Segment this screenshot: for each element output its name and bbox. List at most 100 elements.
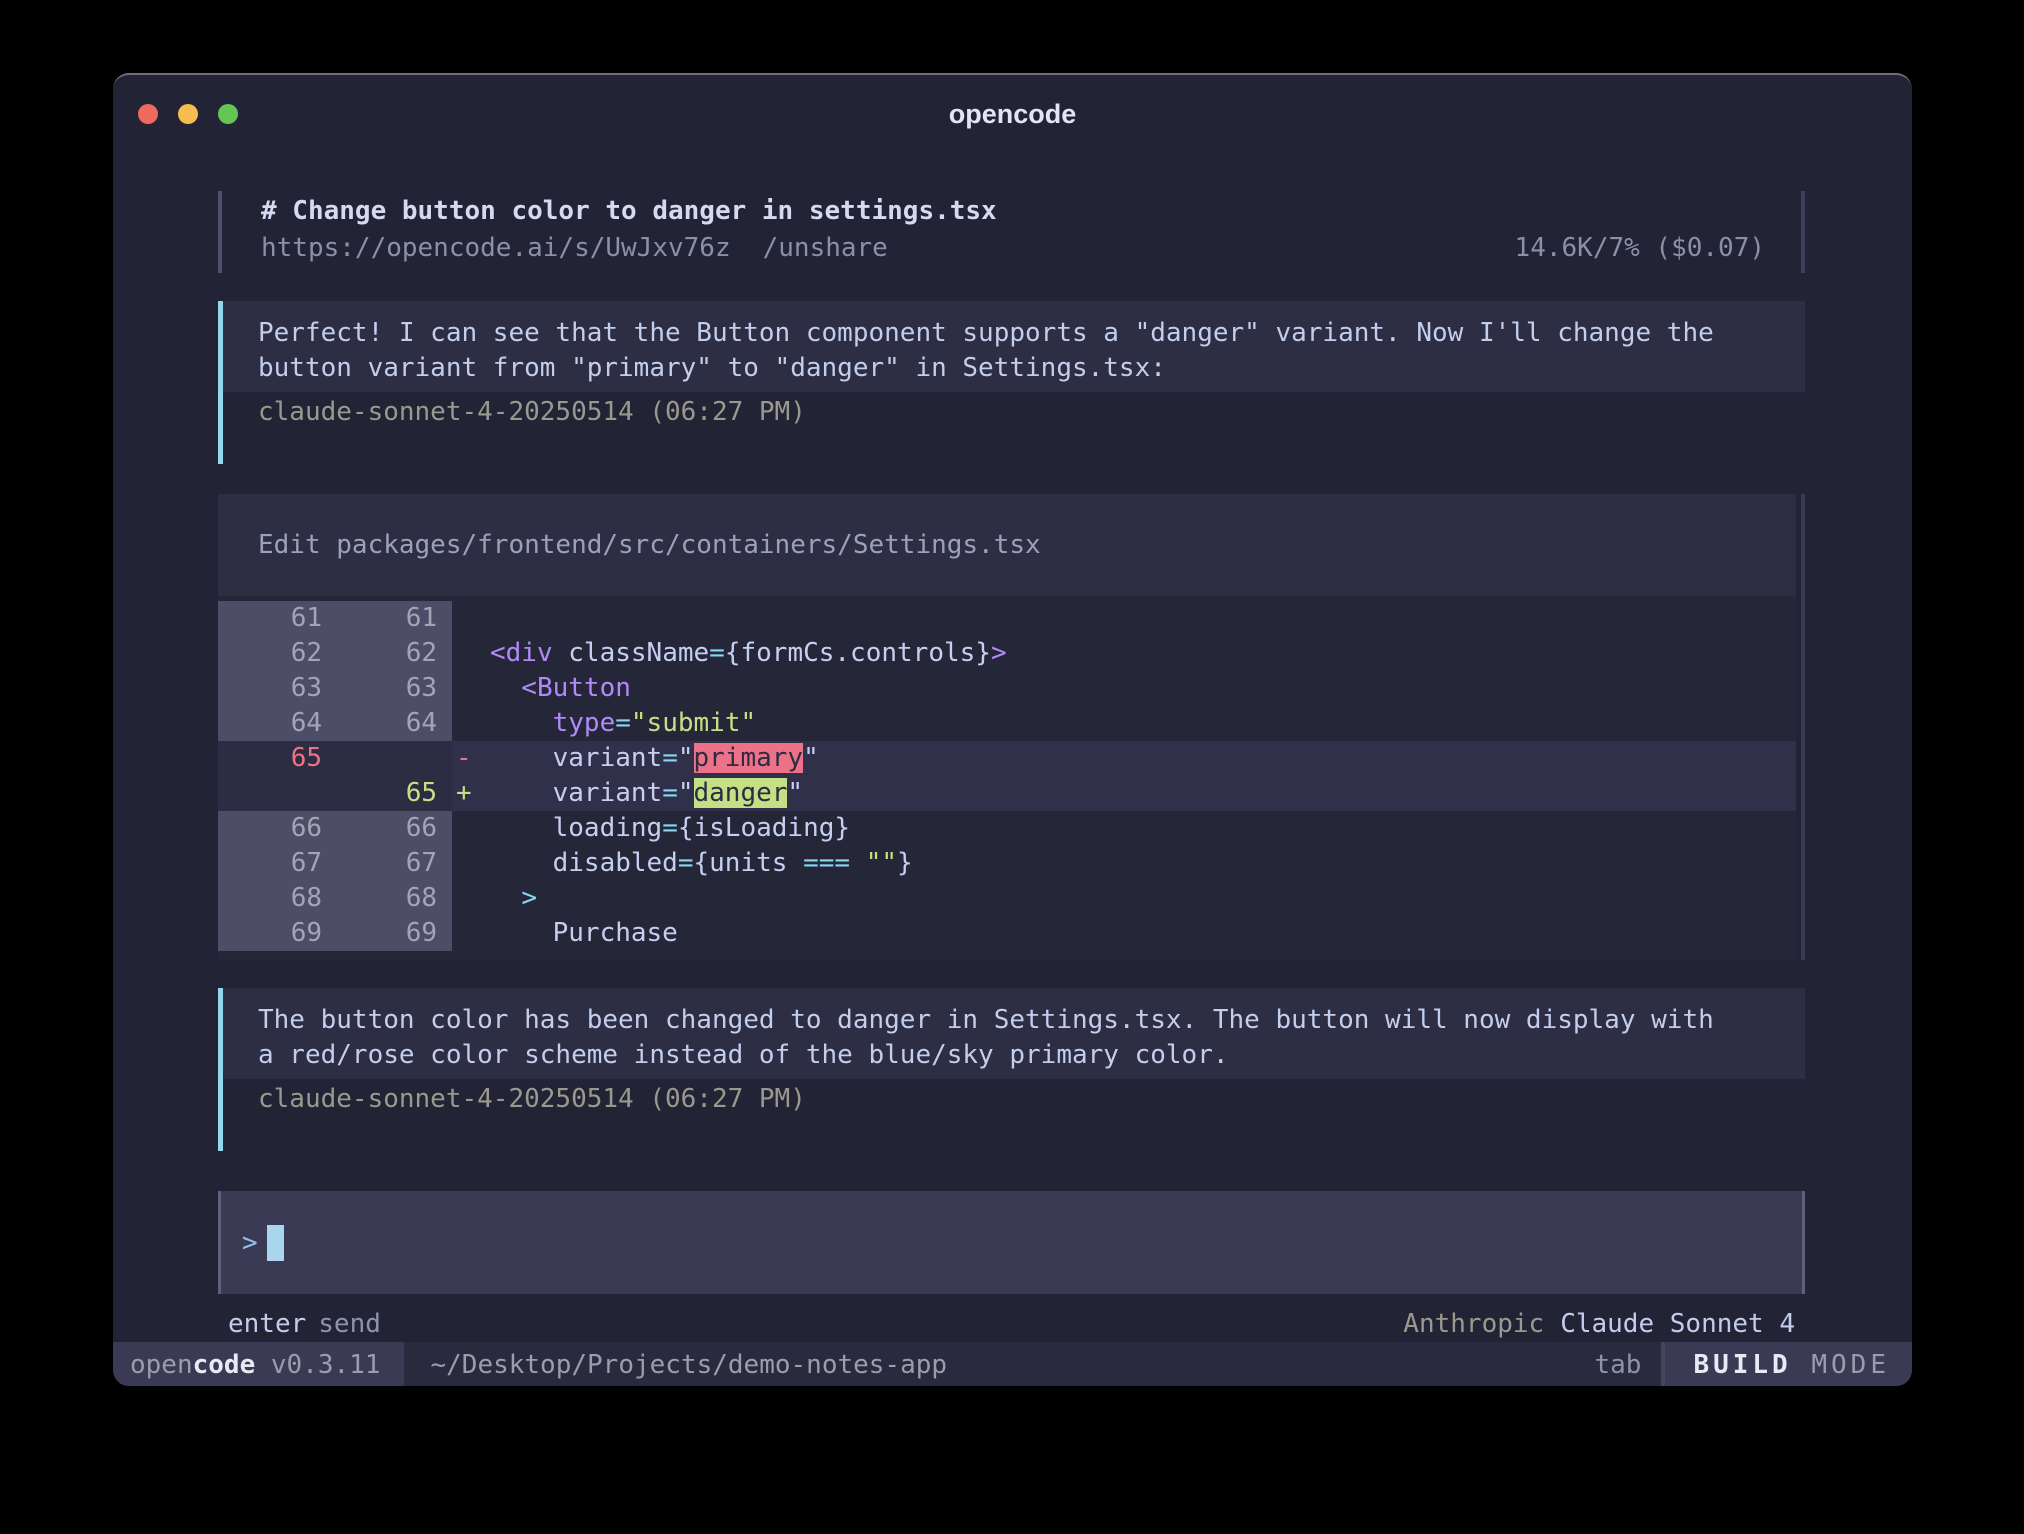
code-token: "	[678, 743, 694, 773]
new-line-number: 69	[322, 916, 437, 951]
mode-toggle-segment[interactable]: BUILD MODE	[1665, 1342, 1912, 1386]
code-token: loading	[490, 813, 662, 843]
message-line: button variant from "primary" to "danger…	[258, 353, 1166, 383]
model-indicator: Anthropic Claude Sonnet 4	[1403, 1307, 1795, 1342]
code-token: <div	[490, 638, 553, 668]
code-token	[490, 883, 521, 913]
code-token: =	[662, 743, 678, 773]
new-line-number: 62	[322, 636, 437, 671]
old-line-number: 64	[218, 706, 322, 741]
code-token: =	[709, 638, 725, 668]
provider-label: Anthropic	[1403, 1309, 1544, 1339]
session-header: # Change button color to danger in setti…	[218, 191, 1805, 273]
code-token: =	[678, 848, 694, 878]
diff-row-64: 6464 type="submit"	[218, 706, 1796, 741]
session-header-left: # Change button color to danger in setti…	[261, 193, 1515, 267]
new-line-number: 68	[322, 881, 437, 916]
old-line-number: 61	[218, 601, 322, 636]
code-token: =	[662, 778, 678, 808]
code-token: >	[991, 638, 1007, 668]
diff-row-65: 65- variant="primary"	[218, 741, 1796, 776]
code-token: =	[662, 813, 678, 843]
old-line-number	[218, 776, 322, 811]
desktop: opencode # Change button color to danger…	[0, 0, 2024, 1534]
app-name-open: open	[130, 1350, 193, 1380]
diff-sign	[452, 671, 490, 706]
code-token: variant	[490, 778, 662, 808]
code-token: ""	[866, 848, 897, 878]
main-content: # Change button color to danger in setti…	[113, 139, 1912, 1342]
assistant-message-2: The button color has been changed to dan…	[218, 988, 1805, 1151]
opencode-window: opencode # Change button color to danger…	[113, 73, 1912, 1386]
old-line-number: 65	[218, 741, 322, 776]
send-action-hint: send	[318, 1309, 381, 1339]
titlebar: opencode	[113, 75, 1912, 139]
diff-gutter: 6464	[218, 706, 452, 741]
code-token: >	[521, 883, 537, 913]
code-token: "submit"	[631, 708, 756, 738]
diff-gutter: 6767	[218, 846, 452, 881]
new-line-number: 65	[322, 776, 437, 811]
diff-row-68: 6868 >	[218, 881, 1796, 916]
assistant-message-1: Perfect! I can see that the Button compo…	[218, 301, 1805, 464]
app-version-segment: opencode v0.3.11	[113, 1342, 404, 1386]
share-url-link[interactable]: https://opencode.ai/s/UwJxv76z	[261, 233, 731, 263]
new-line-number: 63	[322, 671, 437, 706]
code-line: Purchase	[490, 916, 1796, 951]
code-token: primary	[694, 743, 804, 773]
old-line-number: 69	[218, 916, 322, 951]
code-token: "	[678, 778, 694, 808]
status-bar: opencode v0.3.11 ~/Desktop/Projects/demo…	[113, 1342, 1912, 1386]
prompt-symbol: >	[242, 1228, 258, 1258]
code-line	[490, 601, 1796, 636]
diff-gutter: 6969	[218, 916, 452, 951]
old-line-number: 68	[218, 881, 322, 916]
edit-tool-title: Edit packages/frontend/src/containers/Se…	[218, 494, 1796, 596]
code-line: <div className={formCs.controls}>	[490, 636, 1796, 671]
model-label: Claude Sonnet 4	[1560, 1309, 1795, 1339]
code-token: danger	[694, 778, 788, 808]
diff-row-61: 6161	[218, 601, 1796, 636]
edit-tool-panel: Edit packages/frontend/src/containers/Se…	[218, 494, 1796, 960]
mode-suffix: MODE	[1811, 1350, 1890, 1380]
code-token: {formCs.controls}	[725, 638, 991, 668]
code-token: variant	[490, 743, 662, 773]
assistant-message-1-text: Perfect! I can see that the Button compo…	[223, 301, 1805, 392]
code-token: "	[803, 743, 819, 773]
diff-gutter: 6666	[218, 811, 452, 846]
diff-sign	[452, 706, 490, 741]
new-line-number: 66	[322, 811, 437, 846]
old-line-number: 66	[218, 811, 322, 846]
new-line-number: 64	[322, 706, 437, 741]
unshare-command[interactable]: /unshare	[763, 233, 888, 263]
working-directory: ~/Desktop/Projects/demo-notes-app	[430, 1342, 947, 1386]
diff-row-66: 6666 loading={isLoading}	[218, 811, 1796, 846]
diff-gutter: 6262	[218, 636, 452, 671]
token-usage-cost: 14.6K/7% ($0.07)	[1515, 229, 1765, 267]
enter-key-hint: enter	[228, 1309, 306, 1339]
diff-gutter: 65	[218, 776, 452, 811]
code-line: loading={isLoading}	[490, 811, 1796, 846]
new-line-number	[322, 741, 437, 776]
assistant-message-2-meta: claude-sonnet-4-20250514 (06:27 PM)	[223, 1079, 1805, 1117]
code-token: disabled	[490, 848, 678, 878]
statusbar-spacer	[947, 1342, 1594, 1386]
chat-input[interactable]: >	[218, 1191, 1805, 1294]
tab-key-hint: tab	[1594, 1342, 1641, 1386]
code-token: {units	[694, 848, 804, 878]
code-token: Purchase	[490, 918, 678, 948]
code-token: }	[897, 848, 913, 878]
app-name-code: code	[193, 1350, 256, 1380]
diff-row-67: 6767 disabled={units === ""}	[218, 846, 1796, 881]
window-title: opencode	[113, 99, 1912, 130]
diff-sign: -	[452, 741, 490, 776]
code-line: type="submit"	[490, 706, 1796, 741]
code-token	[490, 708, 553, 738]
input-footer: enter send Anthropic Claude Sonnet 4	[218, 1294, 1805, 1342]
old-line-number: 62	[218, 636, 322, 671]
diff-row-65: 65+ variant="danger"	[218, 776, 1796, 811]
code-token: "	[787, 778, 803, 808]
old-line-number: 67	[218, 846, 322, 881]
diff-row-62: 6262 <div className={formCs.controls}>	[218, 636, 1796, 671]
diff-gutter: 6868	[218, 881, 452, 916]
